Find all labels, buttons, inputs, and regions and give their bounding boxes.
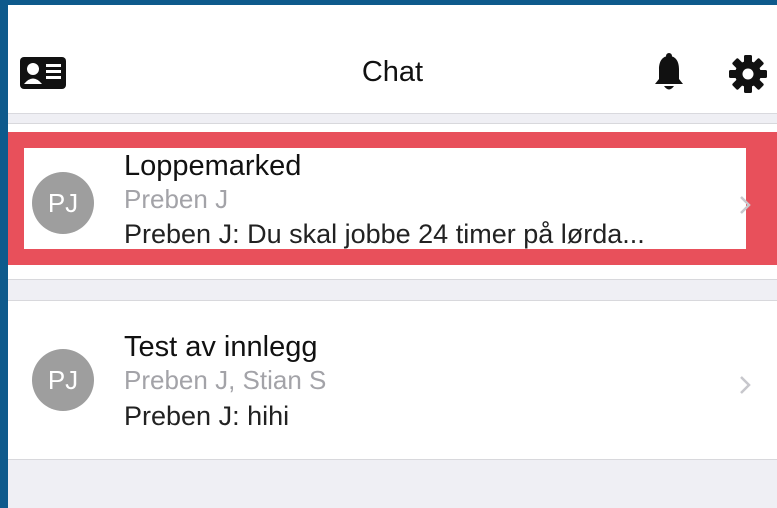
avatar: PJ [32, 349, 94, 411]
gear-icon[interactable] [729, 55, 767, 93]
nav-bar: Chat [8, 5, 777, 114]
chat-participants: Preben J [124, 184, 229, 214]
chat-participants: Preben J, Stian S [124, 365, 327, 395]
chat-title: Test av innlegg [124, 331, 318, 363]
chevron-right-icon [740, 196, 751, 214]
avatar: PJ [32, 172, 94, 234]
chat-list-item[interactable]: PJ Loppemarked Preben J Preben J: Du ska… [8, 123, 777, 280]
chat-last-message: Preben J: Du skal jobbe 24 timer på lørd… [124, 219, 645, 249]
chat-title: Loppemarked [124, 150, 302, 182]
bell-icon[interactable] [653, 53, 685, 93]
chat-list-item[interactable]: PJ Test av innlegg Preben J, Stian S Pre… [8, 300, 777, 460]
chat-screen: Chat PJ Loppemarked Preben J Preben J: D… [8, 5, 777, 508]
chevron-right-icon [740, 376, 751, 394]
chat-last-message: Preben J: hihi [124, 401, 290, 431]
